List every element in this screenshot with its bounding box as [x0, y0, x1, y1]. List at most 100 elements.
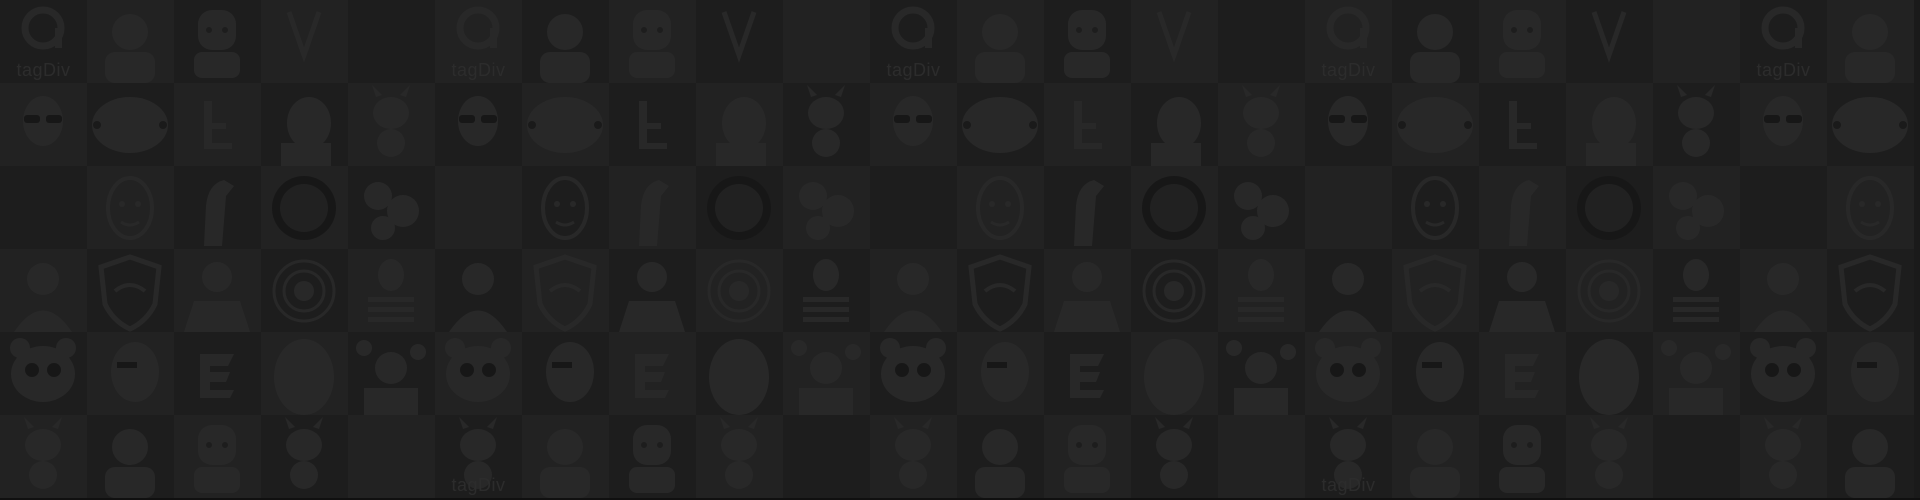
letter-t-icon [1074, 101, 1102, 149]
avatar-tile-woman-photo [1305, 249, 1392, 332]
avatar-tile-face-closeup [1566, 332, 1653, 415]
avatar-tile-man-photo [1827, 0, 1914, 83]
avatar-tile-woman-photo [0, 249, 87, 332]
floral-man-icon [791, 340, 861, 415]
avatar-tile-sunglasses-man [435, 83, 522, 166]
tile-caption: tagDiv [1756, 60, 1811, 80]
avatar-tile-blank [0, 166, 87, 249]
avatar-tile-striped-woman [1218, 249, 1305, 332]
shield-logo-icon [533, 254, 597, 332]
horse-icon [639, 180, 669, 246]
blank-icon [1305, 166, 1392, 249]
avatar-tile-floral [783, 166, 870, 249]
avatar-tile-zebra-cartoon [348, 83, 435, 166]
suit-man-icon [1489, 262, 1555, 332]
man-eyepatch-icon [1851, 342, 1899, 402]
avatar-tile-suit-man [1479, 249, 1566, 332]
mandala-icon [272, 259, 336, 323]
avatar-tile-man-photo [522, 415, 609, 498]
avatar-tile-floral [348, 166, 435, 249]
avatar-tile-letter-e-logo [1479, 332, 1566, 415]
avatar-tile-zebra-cartoon [261, 415, 348, 498]
avatar-tile-striped-woman [783, 249, 870, 332]
logo-v-icon [286, 11, 322, 63]
avatar-tile-man-photo [87, 415, 174, 498]
cartoon-man-icon [629, 425, 675, 493]
sunglasses-man-icon [893, 96, 933, 146]
avatar-tile-zebra-cartoon [783, 83, 870, 166]
man-eyepatch-icon [546, 342, 594, 402]
man-photo-icon [975, 429, 1025, 498]
cartoon-man-icon [1499, 425, 1545, 493]
blank-icon [783, 0, 870, 83]
suit-man-icon [184, 262, 250, 332]
floral-icon [799, 182, 854, 240]
avatar-tile-zebra-cartoon [0, 415, 87, 498]
mandala-icon [707, 259, 771, 323]
avatar-tile-shield-logo [1827, 249, 1914, 332]
oval-badge-icon [527, 97, 603, 153]
avatar-tile-floral [1218, 166, 1305, 249]
face-closeup-icon [274, 339, 334, 415]
avatar-tile-sunglasses-man [1305, 83, 1392, 166]
avatar-tile-cartoon-face [957, 166, 1044, 249]
floral-man-icon [1661, 340, 1731, 415]
letter-t-icon [204, 101, 232, 149]
letter-e-logo-icon [200, 354, 234, 398]
cartoon-man-icon [1499, 10, 1545, 78]
avatar-tile-suit-man [174, 249, 261, 332]
zebra-cartoon-icon [807, 85, 845, 157]
zebra-cartoon-icon [24, 417, 62, 489]
striped-woman-icon [803, 259, 849, 322]
logo-v-icon [721, 11, 757, 63]
floral-icon [364, 182, 419, 240]
round-photo-icon [1142, 176, 1206, 240]
avatar-tile-mandala [1131, 249, 1218, 332]
avatar-tile-letter-t [174, 83, 261, 166]
avatar-tile-woman-photo [435, 249, 522, 332]
avatar-tile-shield-logo [87, 249, 174, 332]
avatar-tile-zebra-cartoon: tagDiv [435, 415, 522, 498]
avatar-tile-panda-cartoon [435, 332, 522, 415]
avatar-tile-logo-a: tagDiv [1740, 0, 1827, 83]
panda-cartoon-icon [1315, 338, 1381, 402]
floral-icon [1234, 182, 1289, 240]
avatar-tile-oval-badge [1827, 83, 1914, 166]
floral-icon [1669, 182, 1724, 240]
cartoon-man-icon [1064, 10, 1110, 78]
cartoon-face-icon [976, 176, 1024, 240]
avatar-tile-panda-cartoon [0, 332, 87, 415]
shield-logo-icon [98, 254, 162, 332]
avatar-tile-shield-logo [1392, 249, 1479, 332]
avatar-tile-logo-v [696, 0, 783, 83]
avatar-tile-panda-cartoon [1740, 332, 1827, 415]
woman-photo-icon [1319, 263, 1377, 332]
avatar-tile-letter-e-logo [1044, 332, 1131, 415]
tile-caption: tagDiv [1321, 475, 1376, 495]
avatar-tile-logo-v [1131, 0, 1218, 83]
avatar-tile-blank [435, 166, 522, 249]
avatar-tile-floral-man [1218, 332, 1305, 415]
blank-icon [783, 415, 870, 498]
laughing-man-icon [1151, 97, 1201, 166]
avatar-tile-cartoon-man [174, 0, 261, 83]
avatar-tile-sunglasses-man [1740, 83, 1827, 166]
avatar-tile-cartoon-face [87, 166, 174, 249]
cartoon-man-icon [629, 10, 675, 78]
striped-woman-icon [368, 259, 414, 322]
man-photo-icon [975, 14, 1025, 83]
avatar-tile-blank [783, 0, 870, 83]
avatar-tile-cartoon-face [1392, 166, 1479, 249]
avatar-tile-blank [870, 166, 957, 249]
man-photo-icon [1845, 429, 1895, 498]
avatar-tile-horse [1479, 166, 1566, 249]
suit-man-icon [619, 262, 685, 332]
horse-icon [1074, 180, 1104, 246]
avatar-tile-blank [1653, 0, 1740, 83]
blank-icon [1740, 166, 1827, 249]
avatar-tile-blank [1740, 166, 1827, 249]
woman-photo-icon [884, 263, 942, 332]
oval-badge-icon [1832, 97, 1908, 153]
avatar-tile-zebra-cartoon [1740, 415, 1827, 498]
avatar-tile-cartoon-face [1827, 166, 1914, 249]
